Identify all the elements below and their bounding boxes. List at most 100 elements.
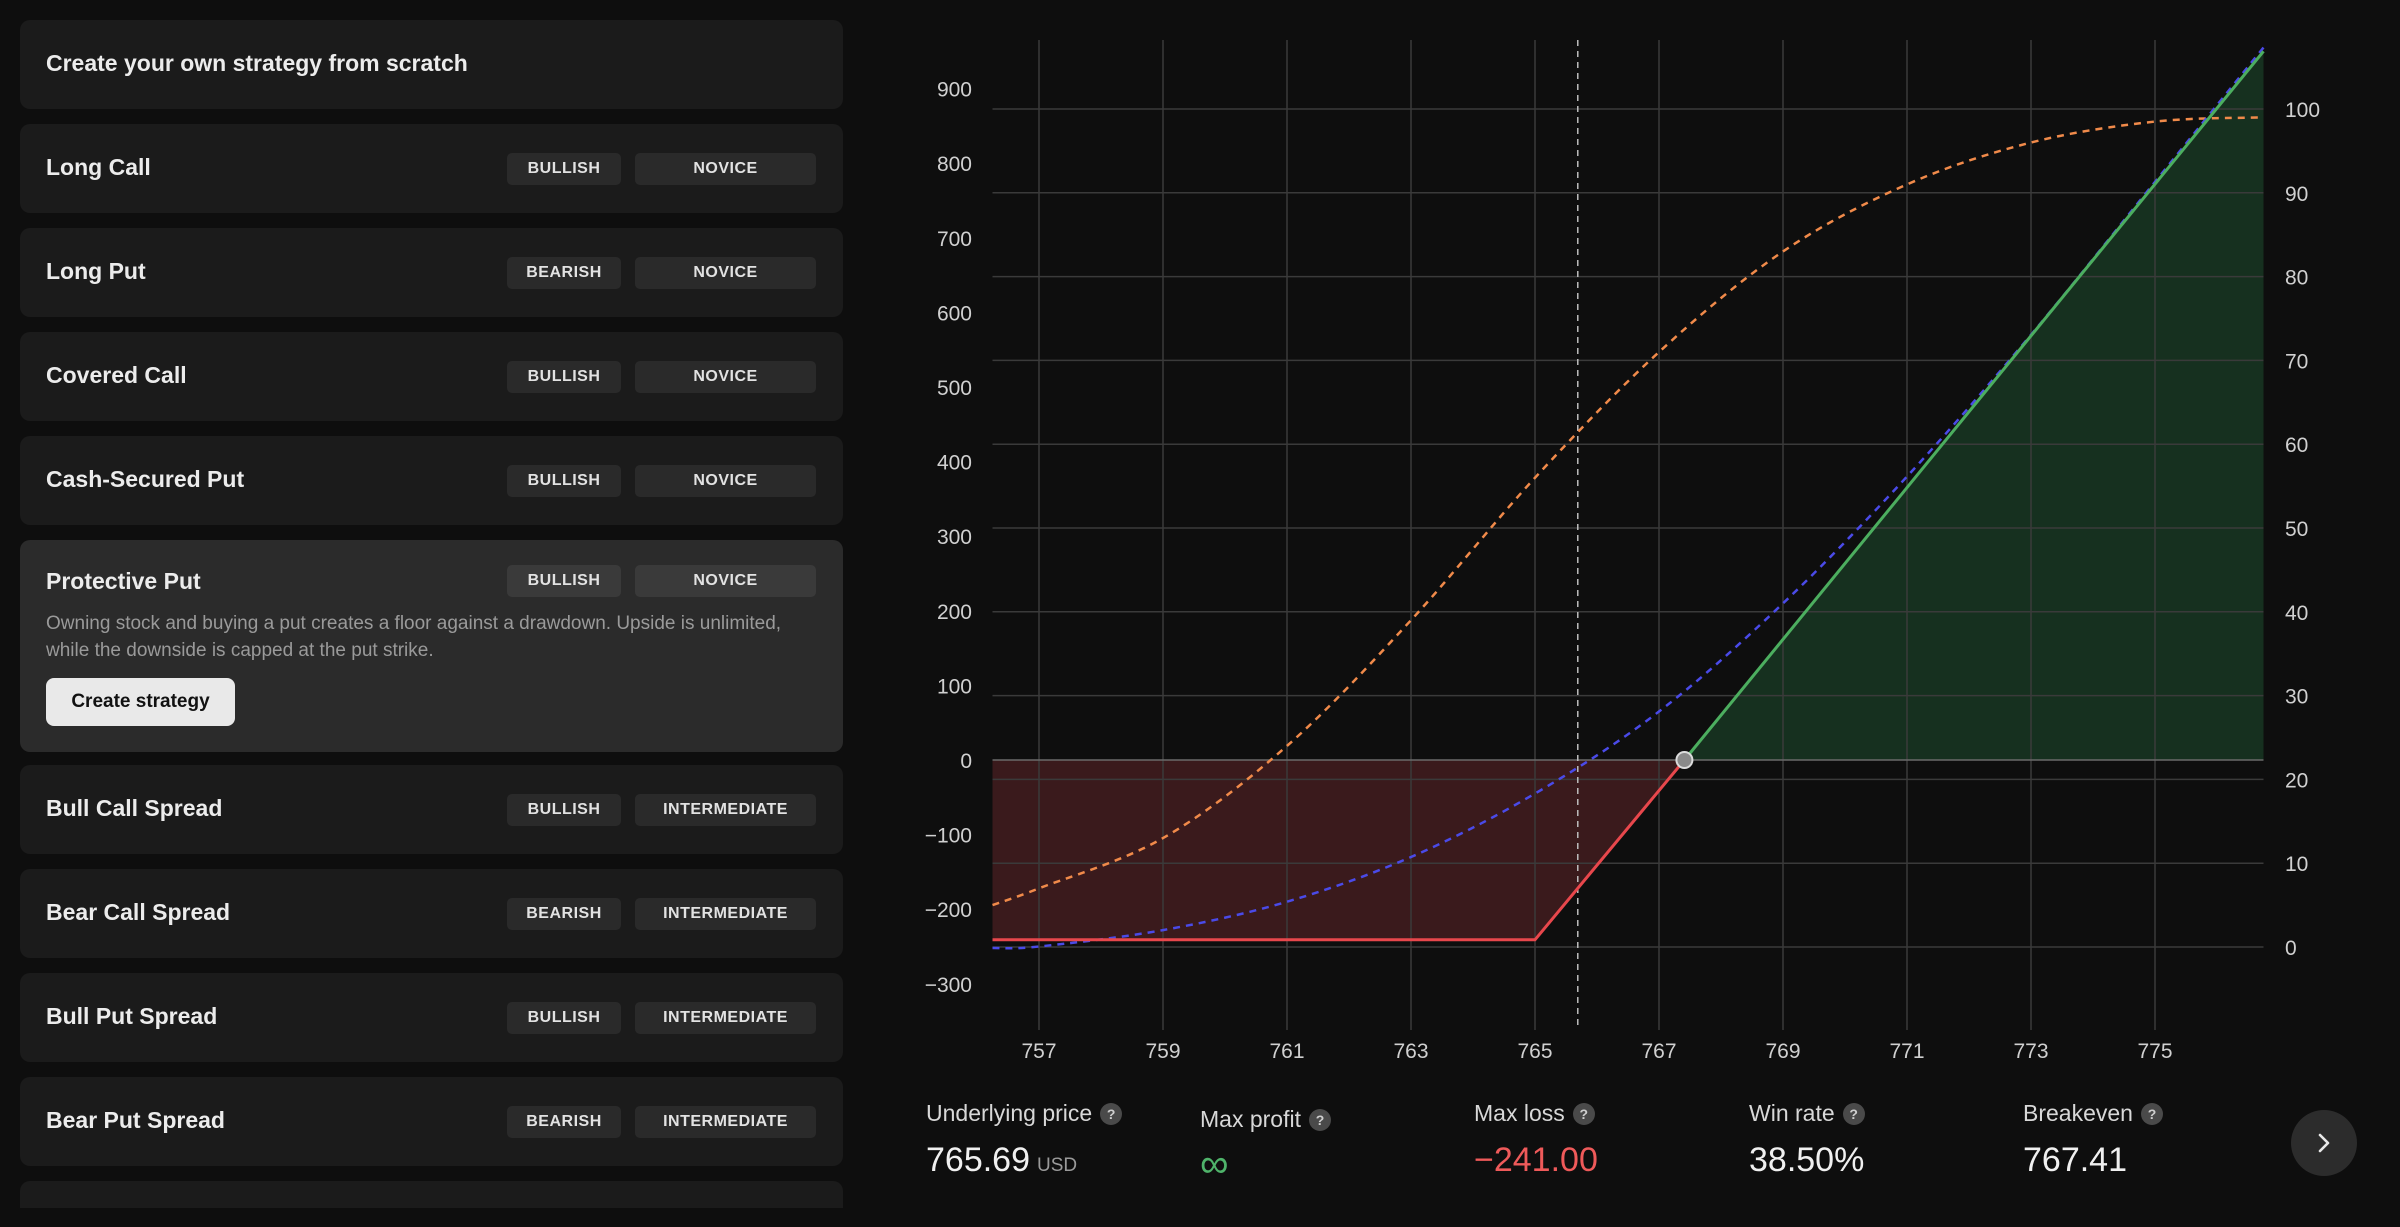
y2-tick-label: 0 <box>2285 937 2297 960</box>
x-tick-label: 759 <box>1145 1040 1180 1063</box>
strategy-name: Long Call <box>46 154 151 180</box>
strategy-card-partial[interactable] <box>20 1181 843 1208</box>
strategy-name: Protective Put <box>46 568 201 594</box>
stat-max-profit: Max profit? ∞ <box>1200 1106 1331 1186</box>
x-tick-label: 763 <box>1393 1040 1428 1063</box>
level-tag: NOVICE <box>635 257 816 289</box>
strategy-card-bull-put-spread[interactable]: Bull Put Spread BULLISH INTERMEDIATE <box>20 973 843 1062</box>
strategy-card-long-put[interactable]: Long Put BEARISH NOVICE <box>20 228 843 317</box>
stat-breakeven: Breakeven? 767.41 <box>2023 1100 2163 1180</box>
x-tick-label: 761 <box>1269 1040 1304 1063</box>
y-tick-label: 200 <box>937 601 972 624</box>
strategy-name: Bull Put Spread <box>46 1003 218 1029</box>
strategy-card-cash-secured-put[interactable]: Cash-Secured Put BULLISH NOVICE <box>20 436 843 525</box>
infinity-icon: ∞ <box>1200 1142 1229 1186</box>
strategy-card-long-call[interactable]: Long Call BULLISH NOVICE <box>20 124 843 213</box>
create-strategy-button[interactable]: Create strategy <box>46 678 235 726</box>
payoff-chart[interactable]: 757 759 761 763 765 767 769 771 773 775 0 10 20 30 40 5… <box>860 0 2400 1080</box>
create-from-scratch-card[interactable]: Create your own strategy from scratch <box>20 20 843 109</box>
underlying-price-label: Underlying price <box>926 1100 1093 1126</box>
help-icon[interactable]: ? <box>1572 1102 1595 1125</box>
strategy-card-bull-call-spread[interactable]: Bull Call Spread BULLISH INTERMEDIATE <box>20 765 843 854</box>
y-tick-label: 800 <box>937 153 972 176</box>
y2-tick-label: 100 <box>2285 99 2320 122</box>
y-tick-label: −200 <box>925 899 972 922</box>
x-tick-label: 767 <box>1641 1040 1676 1063</box>
sentiment-tag: BEARISH <box>507 257 621 289</box>
win-rate-value: 38.50% <box>1749 1141 1865 1179</box>
y2-tick-label: 10 <box>2285 853 2308 876</box>
y2-tick-label: 80 <box>2285 267 2308 290</box>
strategy-card-bear-put-spread[interactable]: Bear Put Spread BEARISH INTERMEDIATE <box>20 1077 843 1166</box>
y2-tick-label: 40 <box>2285 602 2308 625</box>
x-tick-label: 769 <box>1765 1040 1800 1063</box>
strategy-name: Covered Call <box>46 362 187 388</box>
help-icon[interactable]: ? <box>1308 1108 1331 1131</box>
x-tick-label: 775 <box>2137 1040 2172 1063</box>
y2-tick-label: 60 <box>2285 434 2308 457</box>
x-tick-label: 765 <box>1517 1040 1552 1063</box>
x-tick-label: 773 <box>2013 1040 2048 1063</box>
sentiment-tag: BEARISH <box>507 898 621 930</box>
create-from-scratch-label: Create your own strategy from scratch <box>46 50 468 76</box>
strategy-description: Owning stock and buying a put creates a … <box>46 613 782 661</box>
y2-tick-label: 20 <box>2285 769 2308 792</box>
y-tick-label: −300 <box>925 974 972 997</box>
sentiment-tag: BULLISH <box>507 361 621 393</box>
strategy-name: Bear Call Spread <box>46 899 231 925</box>
level-tag: INTERMEDIATE <box>635 1002 816 1034</box>
sentiment-tag: BULLISH <box>507 794 621 826</box>
y-tick-label: 600 <box>937 302 972 325</box>
strategy-card-protective-put[interactable]: Protective Put BULLISH NOVICE Owning stock … <box>20 540 843 752</box>
max-profit-label: Max profit <box>1200 1106 1301 1132</box>
strategy-card-covered-call[interactable]: Covered Call BULLISH NOVICE <box>20 332 843 421</box>
max-loss-label: Max loss <box>1474 1100 1565 1126</box>
sentiment-tag: BULLISH <box>507 465 621 497</box>
next-button[interactable] <box>2291 1110 2357 1176</box>
underlying-price-value: 765.69 <box>926 1141 1030 1179</box>
y-tick-label: 700 <box>937 228 972 251</box>
app-root: Create your own strategy from scratch Lo… <box>0 0 2400 1227</box>
level-tag: NOVICE <box>635 361 816 393</box>
sentiment-tag: BULLISH <box>507 1002 621 1034</box>
breakeven-label: Breakeven <box>2023 1100 2133 1126</box>
strategy-name: Bull Call Spread <box>46 795 223 821</box>
chevron-right-icon <box>2318 1133 2330 1153</box>
help-icon[interactable]: ? <box>1842 1102 1865 1125</box>
win-rate-label: Win rate <box>1749 1100 1835 1126</box>
level-tag: INTERMEDIATE <box>635 898 816 930</box>
x-tick-label: 757 <box>1021 1040 1056 1063</box>
y-tick-label: 0 <box>960 750 972 773</box>
breakeven-marker <box>1675 751 1694 769</box>
x-tick-label: 771 <box>1889 1040 1924 1063</box>
level-tag: NOVICE <box>635 465 816 497</box>
level-tag: INTERMEDIATE <box>635 1106 816 1138</box>
y-tick-label: 500 <box>937 377 972 400</box>
y-tick-label: 100 <box>937 675 972 698</box>
strategy-name: Cash-Secured Put <box>46 466 245 492</box>
strategy-list: Create your own strategy from scratch Lo… <box>20 20 843 1208</box>
y-tick-label: 900 <box>937 79 972 102</box>
level-tag: NOVICE <box>635 153 816 185</box>
y-tick-label: 400 <box>937 452 972 475</box>
sentiment-tag: BEARISH <box>507 1106 621 1138</box>
y2-tick-label: 90 <box>2285 183 2308 206</box>
sentiment-tag: BULLISH <box>507 565 621 597</box>
underlying-price-unit: USD <box>1037 1155 1078 1176</box>
level-tag: INTERMEDIATE <box>635 794 816 826</box>
stat-underlying-price: Underlying price? 765.69 USD <box>926 1100 1123 1180</box>
strategy-card-bear-call-spread[interactable]: Bear Call Spread BEARISH INTERMEDIATE <box>20 869 843 958</box>
stat-max-loss: Max loss? −241.00 <box>1474 1100 1598 1180</box>
y2-tick-label: 70 <box>2285 350 2308 373</box>
stat-win-rate: Win rate? 38.50% <box>1749 1100 1865 1180</box>
y2-tick-label: 30 <box>2285 686 2308 709</box>
help-icon[interactable]: ? <box>2140 1102 2163 1125</box>
level-tag: NOVICE <box>635 565 816 597</box>
strategy-name: Bear Put Spread <box>46 1107 225 1133</box>
payoff-chart-svg[interactable]: 757 759 761 763 765 767 769 771 773 775 0 10 20 30 40 5… <box>860 0 2400 1080</box>
y2-tick-label: 50 <box>2285 518 2308 541</box>
help-icon[interactable]: ? <box>1100 1102 1123 1125</box>
max-loss-value: −241.00 <box>1474 1141 1598 1179</box>
breakeven-value: 767.41 <box>2023 1141 2127 1179</box>
y-tick-label: −100 <box>925 825 972 848</box>
